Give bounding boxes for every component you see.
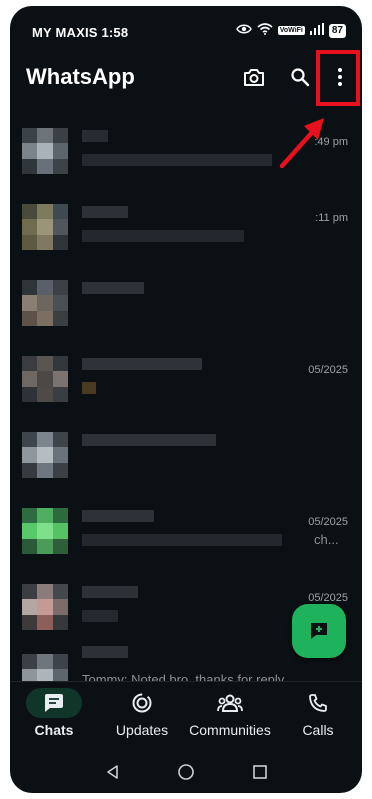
chat-time: 05/2025 xyxy=(308,592,348,604)
chat-preview: ch... xyxy=(314,532,339,547)
avatar xyxy=(22,432,68,478)
tab-communities[interactable]: Communities xyxy=(186,688,274,746)
home-circle-icon xyxy=(178,764,194,780)
avatar xyxy=(22,280,68,326)
chat-row[interactable] xyxy=(10,268,362,338)
chat-time: :11 pm xyxy=(315,212,348,224)
chat-preview-redacted xyxy=(82,230,244,242)
recents-square-icon xyxy=(253,765,267,779)
battery-indicator: 87 xyxy=(328,23,346,38)
communities-pill xyxy=(202,688,258,718)
chat-name-redacted xyxy=(82,358,202,370)
tab-communities-label: Communities xyxy=(189,722,271,738)
recents-button[interactable] xyxy=(248,760,272,784)
search-button[interactable] xyxy=(286,63,314,91)
chat-preview-redacted xyxy=(82,610,118,622)
chat-name-redacted xyxy=(82,646,128,658)
updates-icon xyxy=(132,693,152,713)
chat-time: 05/2025 xyxy=(308,364,348,376)
chat-name-redacted xyxy=(82,510,154,522)
new-chat-button[interactable] xyxy=(292,604,346,658)
chats-pill xyxy=(26,688,82,718)
chat-time: :49 pm xyxy=(314,136,348,148)
avatar xyxy=(22,204,68,250)
wifi-icon xyxy=(257,23,273,38)
search-icon xyxy=(291,68,310,87)
tab-chats[interactable]: Chats xyxy=(10,688,98,746)
status-icons: VoWiFi 87 xyxy=(235,23,346,38)
chat-name-redacted xyxy=(82,206,128,218)
tab-chats-label: Chats xyxy=(34,722,74,738)
tab-updates-label: Updates xyxy=(115,722,169,738)
chat-name-redacted xyxy=(82,586,138,598)
calls-icon xyxy=(309,694,327,712)
avatar xyxy=(22,508,68,554)
chat-preview-redacted xyxy=(82,154,272,166)
calls-pill xyxy=(290,688,346,718)
new-chat-icon xyxy=(311,623,327,639)
tab-calls[interactable]: Calls xyxy=(274,688,362,746)
chat-row[interactable]: 05/2025 ch... xyxy=(10,496,362,566)
back-button[interactable] xyxy=(100,760,124,784)
home-button[interactable] xyxy=(174,760,198,784)
chat-row[interactable]: 05/2025 xyxy=(10,344,362,414)
tab-calls-label: Calls xyxy=(302,722,334,738)
carrier-time: MY MAXIS 1:58 xyxy=(32,25,129,40)
chat-name-redacted xyxy=(82,434,216,446)
chat-name-redacted xyxy=(82,130,108,142)
updates-pill xyxy=(114,688,170,718)
app-title: WhatsApp xyxy=(26,64,135,89)
camera-icon xyxy=(244,69,264,86)
chat-preview-redacted xyxy=(82,534,282,546)
chat-list: :49 pm :11 pm 05/2025 05/2025 ch... 05/2… xyxy=(10,116,362,700)
tab-updates[interactable]: Updates xyxy=(98,688,186,746)
app-bar: WhatsApp xyxy=(10,52,362,102)
chat-time: 05/2025 xyxy=(308,516,348,528)
avatar xyxy=(22,128,68,174)
status-bar: MY MAXIS 1:58 VoWiFi 87 xyxy=(10,6,362,52)
eye-icon xyxy=(235,23,252,38)
signal-icon xyxy=(309,23,324,38)
bottom-nav: Chats Updates Communities Calls xyxy=(10,681,362,750)
communities-icon xyxy=(217,694,243,712)
system-nav-bar xyxy=(10,750,362,793)
vowifi-badge: VoWiFi xyxy=(277,26,305,35)
chat-row[interactable]: :49 pm xyxy=(10,116,362,186)
highlight-box xyxy=(316,50,360,106)
back-triangle-icon xyxy=(107,765,118,779)
chat-name-redacted xyxy=(82,282,144,294)
avatar xyxy=(22,584,68,630)
avatar xyxy=(22,356,68,402)
chats-icon xyxy=(45,694,63,712)
phone-screen: MY MAXIS 1:58 VoWiFi 87 WhatsApp:49 pm … xyxy=(10,6,362,793)
chat-preview-redacted xyxy=(82,382,96,394)
chat-row[interactable]: :11 pm xyxy=(10,192,362,262)
chat-row[interactable] xyxy=(10,420,362,490)
camera-button[interactable] xyxy=(240,63,268,91)
